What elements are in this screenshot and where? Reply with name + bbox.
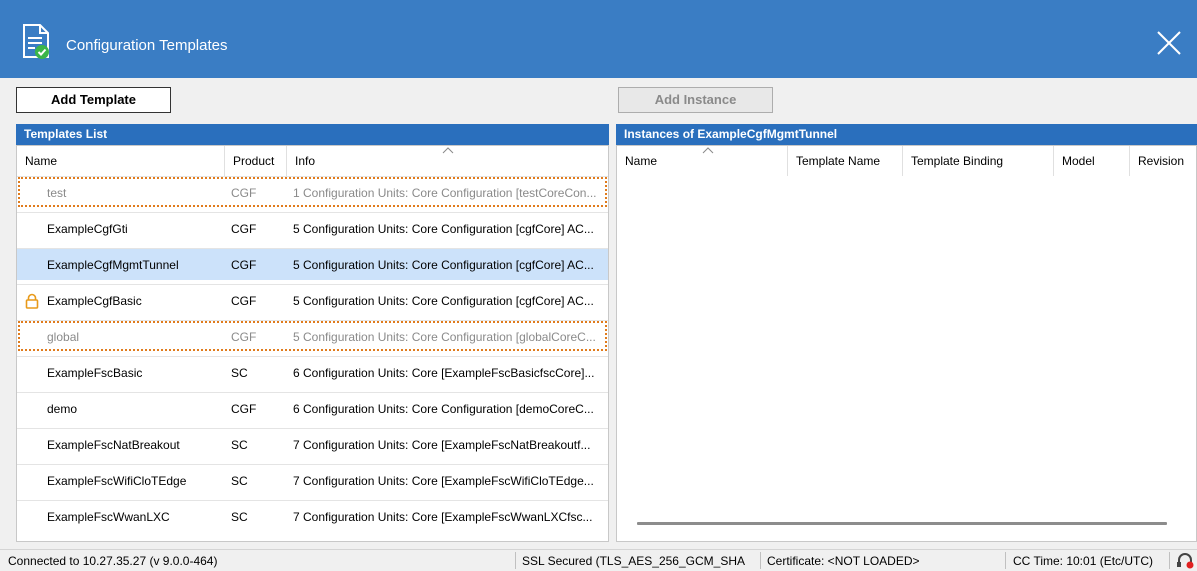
table-row[interactable]: ExampleCgfMgmtTunnel CGF 5 Configuration U… [17, 248, 608, 280]
template-name-cell: ExampleCgfGti [47, 222, 128, 236]
column-header-revision[interactable]: Revision [1129, 146, 1196, 176]
table-row[interactable]: ExampleCgfBasic CGF 5 Configuration Units:… [17, 284, 608, 316]
headset-alert-icon[interactable] [1176, 553, 1194, 569]
sort-ascending-icon [702, 147, 714, 154]
instances-grid[interactable]: Name Template Name Template Binding Mode… [616, 145, 1197, 542]
template-info-cell: 5 Configuration Units: Core Configuratio… [293, 294, 594, 308]
templates-grid[interactable]: Name Product Info test CGF 1 Configuration… [16, 145, 609, 542]
template-info-cell: 7 Configuration Units: Core [ExampleFscW… [293, 510, 593, 524]
connection-status: Connected to 10.27.35.27 (v 9.0.0-464) [8, 554, 218, 568]
template-product-cell: CGF [231, 258, 257, 272]
template-info-cell: 5 Configuration Units: Core Configuratio… [293, 258, 594, 272]
add-instance-button[interactable]: Add Instance [618, 87, 773, 113]
divider [1005, 552, 1006, 569]
ssl-status: SSL Secured (TLS_AES_256_GCM_SHA [522, 554, 746, 568]
template-info-cell: 5 Configuration Units: Core Configuratio… [293, 222, 594, 236]
horizontal-scrollbar[interactable] [637, 522, 1167, 525]
template-info-cell: 6 Configuration Units: Core Configuratio… [293, 402, 594, 416]
add-template-button[interactable]: Add Template [16, 87, 171, 113]
template-name-cell: test [47, 186, 67, 200]
certificate-status: Certificate: <NOT LOADED> [767, 554, 920, 568]
cc-time-status: CC Time: 10:01 (Etc/UTC) [1013, 554, 1154, 568]
template-info-cell: 1 Configuration Units: Core Configuratio… [293, 186, 597, 200]
template-name-cell: demo [47, 402, 78, 416]
column-header-model[interactable]: Model [1053, 146, 1129, 176]
template-name-cell: ExampleFscNatBreakout [47, 438, 180, 452]
template-info-cell: 6 Configuration Units: Core [ExampleFscB… [293, 366, 595, 380]
table-row[interactable]: ExampleFscWifiCloTEdge SC 7 Configuration … [17, 464, 608, 496]
table-row[interactable]: ExampleFscNatBreakout SC 7 Configuration U… [17, 428, 608, 460]
template-name-cell: ExampleCgfBasic [47, 294, 142, 308]
column-header-name[interactable]: Name [17, 146, 224, 176]
close-icon[interactable] [1156, 30, 1182, 56]
template-name-cell: global [47, 330, 80, 344]
template-product-cell: CGF [231, 222, 257, 236]
table-row[interactable]: test CGF 1 Configuration Units: Core Confi… [17, 176, 608, 208]
column-header-product[interactable]: Product [224, 146, 286, 176]
table-row[interactable]: ExampleFscBasic SC 6 Configuration Units: … [17, 356, 608, 388]
divider [515, 552, 516, 569]
template-name-cell: ExampleFscWifiCloTEdge [47, 474, 187, 488]
template-product-cell: SC [231, 366, 248, 380]
document-check-icon [23, 24, 49, 59]
status-bar: Connected to 10.27.35.27 (v 9.0.0-464) S… [0, 549, 1197, 571]
sort-ascending-icon [442, 147, 454, 154]
lock-icon [25, 293, 39, 309]
template-product-cell: CGF [231, 330, 257, 344]
table-row[interactable]: global CGF 5 Configuration Units: Core Con… [17, 320, 608, 352]
divider [1169, 552, 1170, 569]
table-row[interactable]: ExampleFscWwanLXC SC 7 Configuration Units… [17, 500, 608, 532]
column-header-template-name[interactable]: Template Name [787, 146, 902, 176]
template-name-cell: ExampleCgfMgmtTunnel [47, 258, 179, 272]
template-product-cell: SC [231, 474, 248, 488]
column-header-template-binding[interactable]: Template Binding [902, 146, 1053, 176]
table-row[interactable]: ExampleCgfGti CGF 5 Configuration Units: C… [17, 212, 608, 244]
template-product-cell: CGF [231, 294, 257, 308]
title-bar: Configuration Templates [0, 0, 1197, 78]
template-product-cell: SC [231, 438, 248, 452]
divider [760, 552, 761, 569]
instances-header: Instances of ExampleCgfMgmtTunnel [616, 124, 1197, 145]
template-info-cell: 5 Configuration Units: Core Configuratio… [293, 330, 596, 344]
templates-list-header: Templates List [16, 124, 609, 145]
window-title: Configuration Templates [66, 37, 228, 54]
template-info-cell: 7 Configuration Units: Core [ExampleFscN… [293, 438, 591, 452]
template-name-cell: ExampleFscWwanLXC [47, 510, 170, 524]
template-product-cell: CGF [231, 186, 257, 200]
template-product-cell: SC [231, 510, 248, 524]
template-product-cell: CGF [231, 402, 257, 416]
table-row[interactable]: demo CGF 6 Configuration Units: Core Confi… [17, 392, 608, 424]
template-name-cell: ExampleFscBasic [47, 366, 143, 380]
template-info-cell: 7 Configuration Units: Core [ExampleFscW… [293, 474, 594, 488]
